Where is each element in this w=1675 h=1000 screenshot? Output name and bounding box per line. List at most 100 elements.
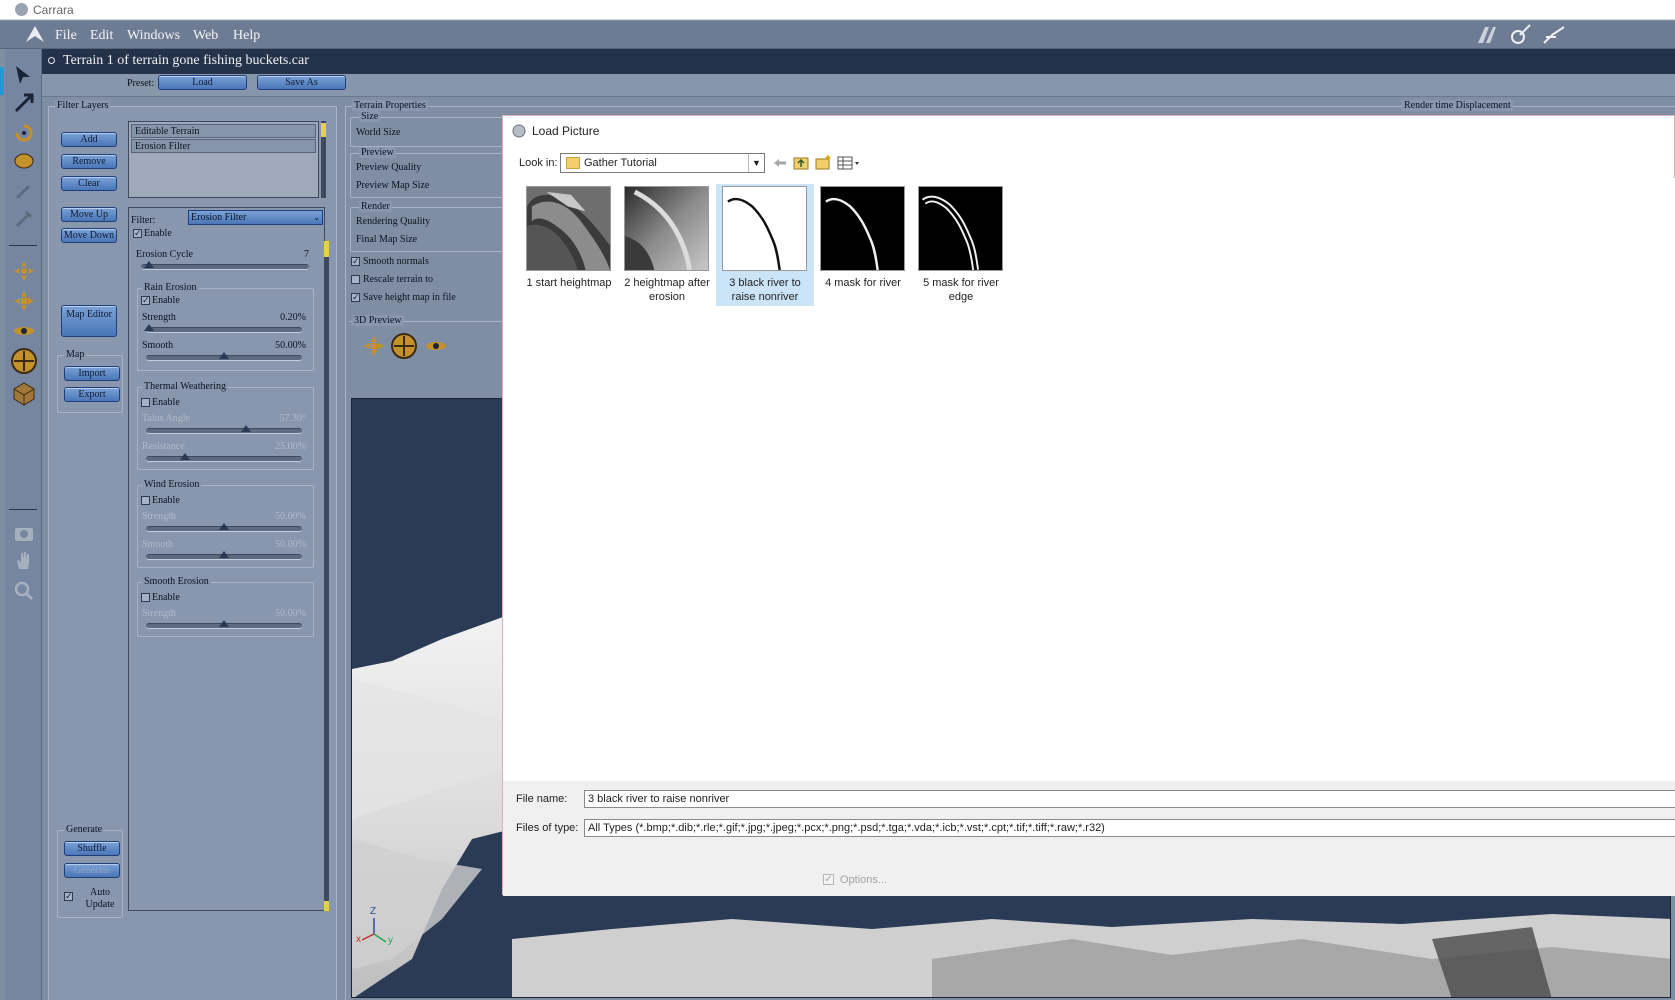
look-in-dropdown-icon[interactable]: ▼ <box>748 154 764 172</box>
layer-item-editable-terrain[interactable]: Editable Terrain <box>131 124 316 138</box>
resistance-thumb[interactable] <box>180 453 190 460</box>
file-item[interactable]: 5 mask for river edge <box>912 184 1010 304</box>
paint-tool-icon[interactable] <box>12 207 36 231</box>
rain-strength-thumb[interactable] <box>144 324 155 331</box>
up-folder-icon[interactable] <box>793 155 809 171</box>
selection-tool-icon[interactable] <box>12 63 36 87</box>
size-group-label: Size <box>359 111 381 122</box>
wind-strength-thumb[interactable] <box>219 523 229 530</box>
new-folder-icon[interactable] <box>815 154 832 171</box>
move-down-button[interactable]: Move Down <box>61 228 117 243</box>
back-arrow-icon[interactable] <box>772 155 788 171</box>
menu-edit[interactable]: Edit <box>90 28 113 44</box>
generate-button[interactable]: Generate <box>64 863 120 878</box>
view-menu-icon[interactable] <box>837 155 861 171</box>
clear-layers-button[interactable]: Clear <box>61 176 117 191</box>
file-item[interactable]: 2 heightmap after erosion <box>618 184 716 304</box>
preset-save-as-button[interactable]: Save As <box>257 75 346 90</box>
rotate-tool-icon[interactable] <box>12 121 36 145</box>
import-button[interactable]: Import <box>64 366 120 381</box>
options-checkbox[interactable]: ✓ <box>823 874 834 885</box>
rescale-terrain-checkbox[interactable] <box>351 275 360 284</box>
preset-load-button[interactable]: Load <box>158 75 247 90</box>
eyedropper-tool-icon[interactable] <box>12 179 36 203</box>
map-editor-button[interactable]: Map Editor <box>61 305 117 337</box>
preview-group-label: Preview <box>359 147 396 158</box>
preview-orbit-icon[interactable] <box>424 334 448 358</box>
talus-angle-slider[interactable] <box>146 425 302 434</box>
shuffle-button[interactable]: Shuffle <box>64 841 120 856</box>
scale-tool-icon[interactable] <box>12 149 36 173</box>
file-item-selected[interactable]: 3 black river to raise nonriver <box>716 184 814 306</box>
files-of-type-label: Files of type: <box>516 822 579 834</box>
axis-x-label: x <box>356 934 361 945</box>
preview-trackball-icon[interactable] <box>390 332 418 360</box>
dialog-footer: File name: 3 black river to raise nonriv… <box>503 781 1675 896</box>
zoom-tool-icon[interactable] <box>12 579 36 603</box>
files-of-type-select[interactable]: All Types (*.bmp;*.dib;*.rle;*.gif;*.jpg… <box>584 819 1675 837</box>
file-name-caption: 1 start heightmap <box>526 277 612 289</box>
render-room-icon[interactable] <box>1542 23 1566 47</box>
model-room-icon[interactable] <box>1508 23 1532 47</box>
file-item[interactable]: 1 start heightmap <box>520 184 618 304</box>
file-name-input[interactable]: 3 black river to raise nonriver <box>584 790 1675 808</box>
smooth-erosion-group: Smooth Erosion Enable Strength 50.00% <box>137 576 314 637</box>
add-layer-button[interactable]: Add <box>61 132 117 147</box>
menu-file[interactable]: File <box>55 28 77 44</box>
assemble-room-icon[interactable] <box>1475 23 1499 47</box>
rain-erosion-group: Rain Erosion ✓ Enable Strength 0.20% Smo… <box>137 282 314 371</box>
rain-strength-slider[interactable] <box>144 324 302 333</box>
export-button[interactable]: Export <box>64 387 120 402</box>
black-river-thumbnail-icon <box>722 186 807 271</box>
rain-smooth-slider[interactable] <box>146 352 302 361</box>
erosion-cycle-thumb[interactable] <box>144 261 155 268</box>
wind-smooth-slider[interactable] <box>146 551 302 560</box>
auto-update-checkbox[interactable]: ✓ <box>64 892 73 901</box>
save-height-map-checkbox[interactable]: ✓ <box>351 293 360 302</box>
look-in-select[interactable]: Gather Tutorial ▼ <box>560 153 765 173</box>
smooth-erosion-enable-checkbox[interactable] <box>141 593 150 602</box>
preview-quality-label: Preview Quality <box>356 162 422 173</box>
layer-list-scrollbar[interactable] <box>321 121 326 198</box>
virtual-trackball-icon[interactable] <box>10 347 38 375</box>
wind-enable-checkbox[interactable] <box>141 496 150 505</box>
rain-smooth-thumb[interactable] <box>219 352 229 359</box>
preview-pan-icon[interactable] <box>362 334 386 358</box>
rain-enable-checkbox[interactable]: ✓ <box>141 296 150 305</box>
talus-angle-thumb[interactable] <box>240 425 251 432</box>
layer-item-erosion-filter[interactable]: Erosion Filter <box>131 139 316 153</box>
folder-icon <box>566 157 580 169</box>
hand-tool-icon[interactable] <box>12 549 36 573</box>
erosion-cycle-value: 7 <box>304 249 309 260</box>
orbit-tool-icon[interactable] <box>12 319 36 343</box>
erosion-cycle-slider[interactable] <box>141 261 309 270</box>
terrain-box-icon[interactable] <box>10 379 38 407</box>
terrain-properties-title: Terrain Properties <box>352 100 428 111</box>
river-mask-thumbnail-icon <box>820 186 905 271</box>
size-group: Size World Size <box>350 111 510 147</box>
menu-web[interactable]: Web <box>193 28 218 44</box>
filter-type-select[interactable]: Erosion Filter ⌄ <box>188 210 323 225</box>
resistance-slider[interactable] <box>146 453 302 462</box>
file-item[interactable]: 4 mask for river <box>814 184 912 304</box>
menu-windows[interactable]: Windows <box>127 28 180 44</box>
pan-dolly-icon[interactable] <box>12 259 36 283</box>
smooth-erosion-strength-thumb[interactable] <box>219 620 229 627</box>
camera-icon[interactable] <box>12 521 36 545</box>
wind-erosion-group: Wind Erosion Enable Strength 50.00% Smoo… <box>137 479 314 568</box>
track-tool-icon[interactable] <box>12 289 36 313</box>
smooth-erosion-strength-slider[interactable] <box>146 620 302 629</box>
resistance-value: 25.00% <box>275 441 306 452</box>
move-tool-icon[interactable] <box>12 91 36 115</box>
filter-layer-list: Editable Terrain Erosion Filter <box>128 121 319 198</box>
wind-strength-slider[interactable] <box>146 523 302 532</box>
menu-help[interactable]: Help <box>233 28 260 44</box>
wind-smooth-thumb[interactable] <box>219 551 229 558</box>
move-up-button[interactable]: Move Up <box>61 207 117 222</box>
remove-layer-button[interactable]: Remove <box>61 154 117 169</box>
filter-enable-checkbox[interactable]: ✓ <box>133 229 142 238</box>
window-pin-icon[interactable] <box>48 57 55 64</box>
filter-settings-scrollbar[interactable] <box>324 241 329 911</box>
thermal-enable-checkbox[interactable] <box>141 398 150 407</box>
smooth-normals-checkbox[interactable]: ✓ <box>351 257 360 266</box>
